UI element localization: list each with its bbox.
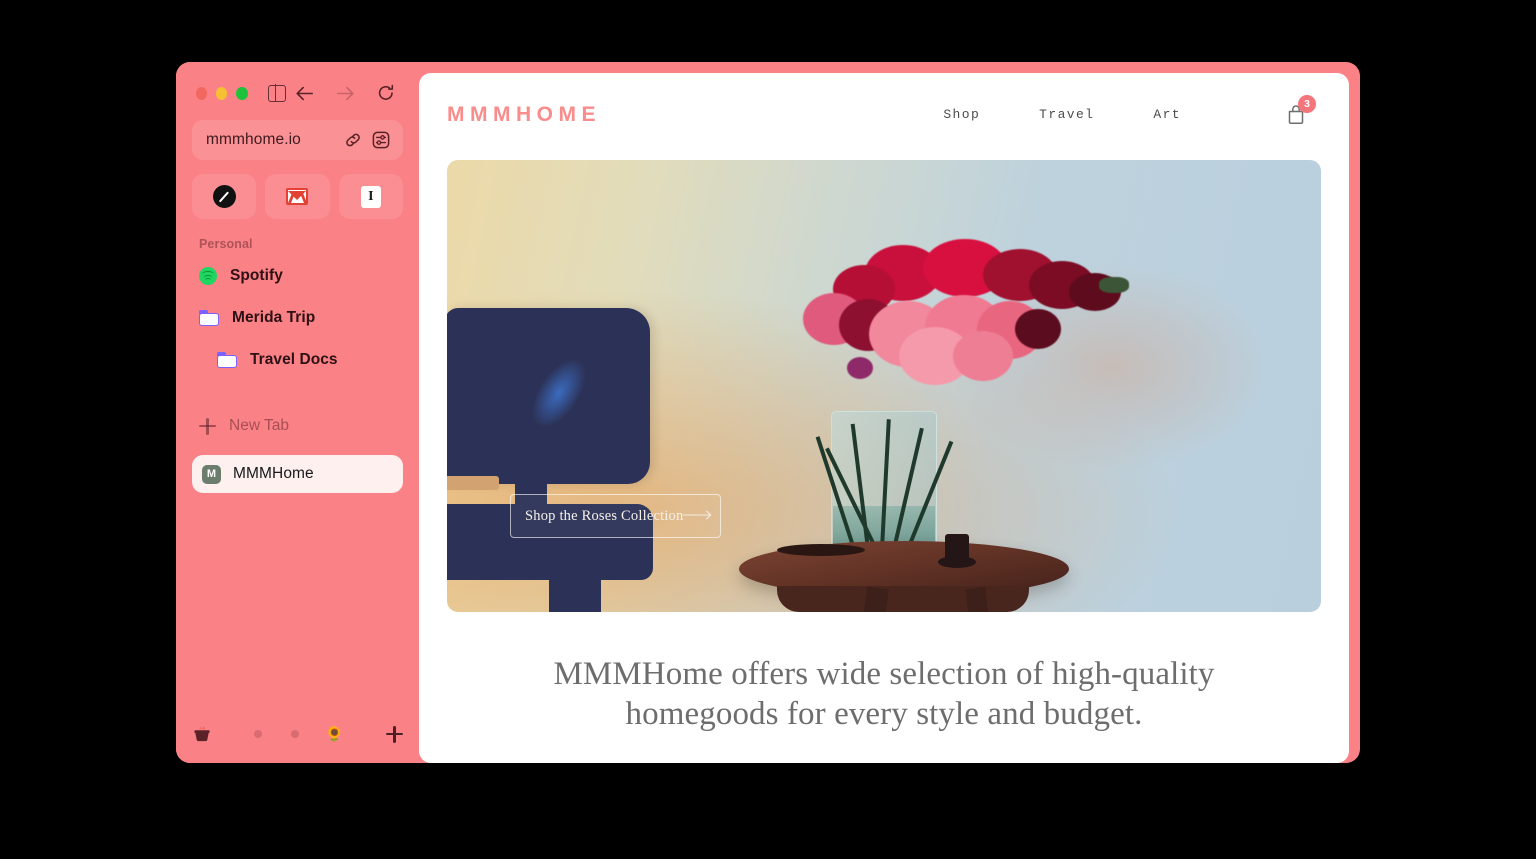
site-navigation: Shop Travel Art 3	[943, 94, 1316, 128]
spotify-icon	[199, 267, 217, 285]
new-tab-label: New Tab	[229, 417, 290, 434]
tab-mmmhome[interactable]: M MMMHome	[192, 455, 403, 493]
nav-link-travel[interactable]: Travel	[1039, 107, 1094, 122]
table-apron	[777, 586, 1029, 612]
sidebar-item-spotify[interactable]: Spotify	[192, 259, 403, 293]
sidebar-footer: 🌻	[192, 717, 403, 751]
hero-image[interactable]: Shop the Roses Collection	[447, 160, 1321, 612]
site-logo[interactable]: MMMHOME	[447, 103, 601, 127]
plus-icon	[199, 417, 216, 435]
link-icon[interactable]	[343, 130, 363, 150]
table-coaster	[777, 544, 865, 556]
page-dot[interactable]	[254, 730, 262, 738]
back-arrow-icon[interactable]	[295, 85, 314, 102]
cart-badge: 3	[1298, 94, 1316, 113]
site-header: MMMHOME Shop Travel Art 3	[419, 73, 1349, 156]
glass-vase	[815, 411, 954, 556]
page-dot[interactable]	[291, 730, 299, 738]
flower-bouquet	[747, 239, 1147, 434]
cart-button[interactable]: 3	[1283, 94, 1316, 128]
favicon: M	[202, 464, 221, 484]
shop-roses-cta-button[interactable]: Shop the Roses Collection	[510, 494, 721, 538]
sidebar-item-label: Travel Docs	[250, 351, 338, 368]
url-bar[interactable]: mmmhome.io	[192, 120, 403, 160]
browser-sidebar: mmmhome.io I Personal Spotify Merida Tri…	[176, 62, 419, 763]
close-window-button[interactable]	[196, 86, 208, 100]
cta-label: Shop the Roses Collection	[525, 507, 684, 524]
tab-title: MMMHome	[233, 465, 314, 482]
table-leg	[863, 586, 889, 612]
arrow-right-icon	[683, 507, 713, 525]
navigation-controls	[295, 84, 403, 102]
gmail-icon	[286, 188, 309, 205]
window-controls	[192, 80, 403, 106]
url-input[interactable]: mmmhome.io	[206, 131, 335, 149]
sidebar-item-label: Merida Trip	[232, 309, 316, 326]
sidebar-item-travel-docs[interactable]: Travel Docs	[192, 343, 403, 377]
sidebar-item-merida-trip[interactable]: Merida Trip	[192, 301, 403, 335]
nav-link-art[interactable]: Art	[1153, 107, 1181, 122]
new-tab-button[interactable]: New Tab	[192, 409, 403, 443]
app-shortcut-tiles: I	[192, 174, 403, 219]
sliders-icon[interactable]	[371, 130, 391, 150]
sunflower-emoji-icon[interactable]: 🌻	[325, 727, 344, 742]
archive-basket-icon[interactable]	[192, 724, 212, 744]
page-headline: MMMHome offers wide selection of high-qu…	[553, 656, 1215, 733]
table-leg	[965, 586, 989, 612]
black-circle-slash-icon	[212, 185, 236, 208]
page-indicator-dots	[254, 730, 299, 738]
maximize-window-button[interactable]	[236, 86, 248, 100]
nav-link-shop[interactable]: Shop	[943, 107, 980, 122]
sidebar-toggle-icon[interactable]	[267, 83, 286, 103]
browser-window: mmmhome.io I Personal Spotify Merida Tri…	[176, 62, 1360, 763]
web-content: MMMHOME Shop Travel Art 3 Shop the Roses…	[419, 73, 1349, 763]
gmail-tile[interactable]	[265, 174, 330, 219]
reload-icon[interactable]	[377, 84, 395, 102]
instapaper-icon: I	[360, 185, 381, 208]
sidebar-section-label: Personal	[199, 237, 253, 251]
forward-arrow-icon[interactable]	[336, 85, 355, 102]
folder-icon	[199, 310, 219, 326]
minimize-window-button[interactable]	[216, 86, 228, 100]
sidebar-item-label: Spotify	[230, 267, 283, 284]
chair-silhouette	[447, 308, 659, 612]
arc-app-tile[interactable]	[192, 174, 257, 219]
instapaper-tile[interactable]: I	[338, 174, 403, 219]
candle-holder	[938, 534, 976, 568]
add-space-button[interactable]	[386, 725, 403, 743]
folder-icon	[217, 352, 237, 368]
